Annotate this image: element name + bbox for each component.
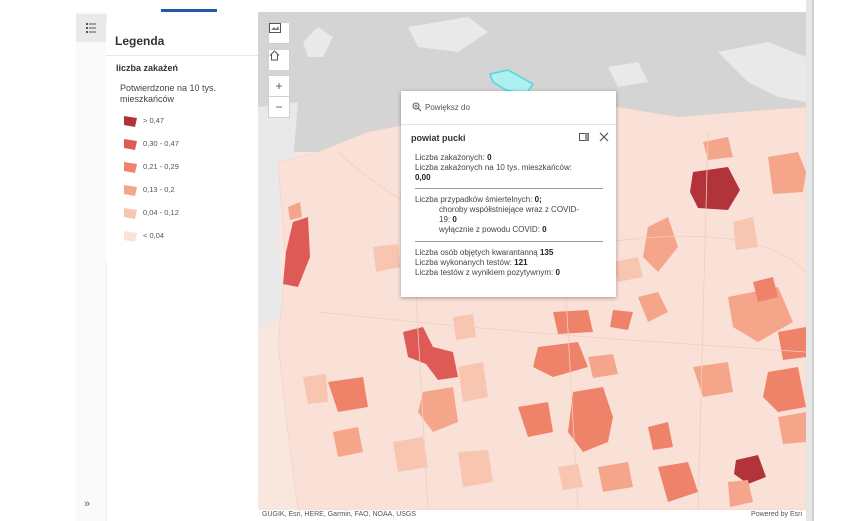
legend-item-label: < 0,04 xyxy=(143,230,165,240)
popup-field: Liczba osób objętych kwarantanną 135 xyxy=(415,248,554,257)
zoom-to-label: Powiększ do xyxy=(425,102,470,112)
attribution-bar: GUGIK, Esri, HERE, Garmin, FAO, NOAA, US… xyxy=(258,510,806,521)
zoom-in-button[interactable]: + xyxy=(268,75,290,97)
layer-name: liczba zakażeń xyxy=(116,63,179,73)
window-border-line xyxy=(812,0,814,521)
legend-divider xyxy=(106,55,258,56)
district[interactable] xyxy=(768,152,806,194)
zoom-out-button[interactable]: − xyxy=(268,96,290,118)
popup-title: powiat pucki xyxy=(411,133,466,143)
zoom-to-icon xyxy=(412,102,422,112)
legend-title: Legenda xyxy=(115,34,165,48)
popup-field: 19: 0 xyxy=(439,215,457,224)
legend-swatch xyxy=(124,230,137,242)
legend-item: < 0,04 xyxy=(124,228,164,242)
popup-separator xyxy=(415,188,603,189)
legend-item: 0,04 - 0,12 xyxy=(124,205,179,219)
info-popup: Powiększ do powiat pucki Liczba zakażony… xyxy=(401,91,616,297)
district[interactable] xyxy=(458,362,488,402)
attribution-text: GUGIK, Esri, HERE, Garmin, FAO, NOAA, US… xyxy=(262,511,417,518)
district[interactable] xyxy=(393,437,428,472)
legend-swatch xyxy=(124,207,137,219)
district[interactable] xyxy=(553,310,593,334)
popup-field: choroby współistniejące wraz z COVID- xyxy=(439,205,580,214)
legend-swatch xyxy=(124,138,137,150)
popup-field: Liczba zakażonych: 0 xyxy=(415,153,492,162)
powered-by-text[interactable]: Powered by Esri xyxy=(751,511,802,518)
legend-item-label: 0,04 - 0,12 xyxy=(143,207,179,217)
legend-item-label: 0,21 - 0,29 xyxy=(143,161,179,171)
popup-field: wyłącznie z powodu COVID: 0 xyxy=(439,225,547,234)
popup-field: Liczba wykonanych testów: 121 xyxy=(415,258,528,267)
popup-divider xyxy=(401,124,616,125)
popup-field: Liczba zakażonych na 10 tys. mieszkańców… xyxy=(415,163,572,172)
expand-panel-button[interactable]: » xyxy=(84,498,90,510)
basemap-gallery-icon xyxy=(269,23,281,33)
legend-item: > 0,47 xyxy=(124,113,164,127)
side-rail xyxy=(76,12,107,521)
popup-field: Liczba przypadków śmiertelnych: 0; xyxy=(415,195,542,204)
close-icon[interactable] xyxy=(598,131,610,143)
dock-icon[interactable] xyxy=(578,131,590,143)
field-name: Potwierdzone na 10 tys. mieszkańców xyxy=(120,83,217,104)
district[interactable] xyxy=(458,450,493,487)
district[interactable] xyxy=(598,462,633,492)
legend-swatch xyxy=(124,161,137,173)
district[interactable] xyxy=(778,327,806,360)
district[interactable] xyxy=(333,427,363,457)
legend-item-label: 0,13 - 0,2 xyxy=(143,184,175,194)
legend-list-icon xyxy=(86,23,96,33)
home-icon xyxy=(269,50,280,61)
legend-item-label: > 0,47 xyxy=(143,115,165,125)
district[interactable] xyxy=(588,354,618,378)
legend-item: 0,13 - 0,2 xyxy=(124,182,175,196)
popup-field: Liczba testów z wynikiem pozytywnym: 0 xyxy=(415,268,560,277)
legend-item-label: 0,30 - 0,47 xyxy=(143,138,179,148)
basemap-gallery-button[interactable] xyxy=(268,22,290,44)
district[interactable] xyxy=(373,244,400,272)
popup-field: 0,00 xyxy=(415,173,431,182)
legend-item: 0,21 - 0,29 xyxy=(124,159,179,173)
popup-separator xyxy=(415,241,603,242)
district[interactable] xyxy=(778,412,806,444)
legend-swatch xyxy=(124,115,137,127)
legend-toggle-button[interactable] xyxy=(76,14,106,42)
zoom-to-button[interactable]: Powiększ do xyxy=(412,102,470,112)
legend-item: 0,30 - 0,47 xyxy=(124,136,179,150)
legend-panel: Legenda liczba zakażeń Potwierdzone na 1… xyxy=(106,22,258,262)
home-button[interactable] xyxy=(268,49,290,71)
legend-swatch xyxy=(124,184,137,196)
